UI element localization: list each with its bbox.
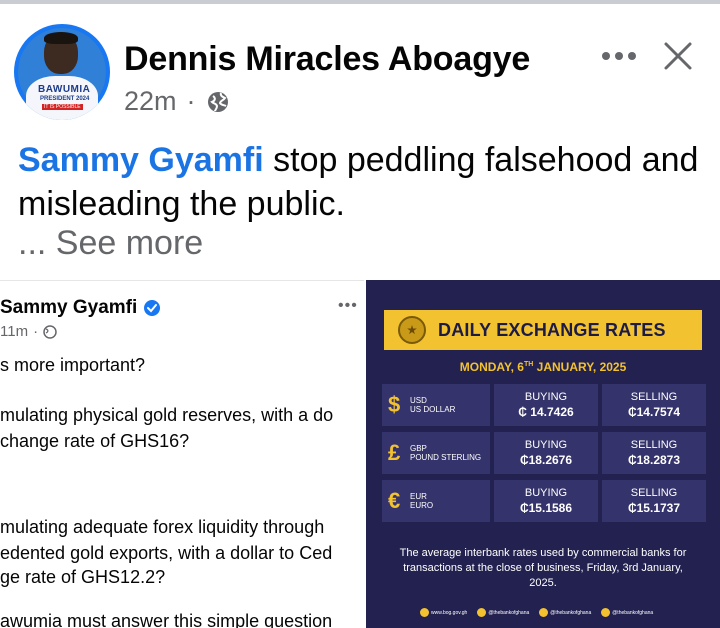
rate-row-usd: $ USD US DOLLAR BUYING ₵ 14.7426 SELLING …: [382, 384, 706, 426]
buying-cell: BUYING ₵15.1586: [494, 480, 598, 522]
globe-icon: [43, 324, 57, 339]
avatar-logo-tagline: IT IS POSSIBLE: [42, 104, 83, 110]
dot: [628, 52, 636, 60]
avatar-logo-text: BAWUMIA: [38, 84, 91, 95]
euro-icon: €: [388, 488, 401, 513]
rates-title: DAILY EXCHANGE RATES: [438, 319, 666, 340]
embedded-author: Sammy Gyamfi: [0, 297, 161, 319]
rates-note: The average interbank rates used by comm…: [399, 547, 687, 589]
rates-footer: www.bog.gov.gh @thebankofghana @thebanko…: [420, 608, 653, 617]
globe-icon[interactable]: [206, 90, 230, 114]
post-body: Sammy Gyamfi stop peddling falsehood and…: [18, 138, 708, 226]
currency-cell: $ USD US DOLLAR: [382, 384, 490, 426]
selling-label: SELLING: [630, 391, 678, 403]
top-divider: [0, 0, 720, 8]
see-more-link[interactable]: ... See more: [18, 224, 203, 263]
buying-label: BUYING: [524, 439, 568, 451]
exchange-rates-image[interactable]: DAILY EXCHANGE RATES MONDAY, 6TH JANUARY…: [366, 280, 720, 628]
footer-website: www.bog.gov.gh: [420, 608, 467, 617]
currency-code: GBP: [410, 444, 427, 453]
selling-label: SELLING: [630, 439, 678, 451]
avatar-hair: [44, 32, 78, 44]
verified-badge-icon: [144, 300, 161, 316]
mention-link[interactable]: Sammy Gyamfi: [18, 141, 264, 179]
buying-value: ₵15.1586: [519, 501, 573, 515]
bank-logo-icon: [398, 316, 426, 344]
post-meta: 22m ·: [124, 86, 230, 117]
embedded-meta: 11m ·: [0, 323, 57, 340]
embedded-line: change rate of GHS16?: [0, 431, 190, 451]
embedded-screenshot-post[interactable]: Sammy Gyamfi ••• 11m · s more important?…: [0, 280, 364, 628]
buying-value: ₵ 14.7426: [518, 405, 574, 419]
embedded-line: s more important?: [0, 355, 146, 375]
footer-x: @thebankofghana: [539, 608, 591, 617]
pound-icon: £: [388, 440, 401, 465]
selling-value: ₵15.1737: [627, 501, 681, 515]
more-options-icon[interactable]: [596, 42, 642, 70]
close-icon[interactable]: [660, 38, 696, 74]
selling-cell: SELLING ₵18.2873: [602, 432, 706, 474]
embedded-timestamp: 11m: [0, 323, 29, 340]
embedded-author-name: Sammy Gyamfi: [0, 297, 138, 318]
embedded-line: ge rate of GHS12.2?: [0, 567, 166, 587]
currency-code: EUR: [410, 492, 427, 501]
currency-name: US DOLLAR: [410, 405, 456, 414]
selling-cell: SELLING ₵15.1737: [602, 480, 706, 522]
post-timestamp[interactable]: 22m: [124, 86, 177, 117]
footer-facebook: @thebankofghana: [477, 608, 529, 617]
author-avatar[interactable]: BAWUMIA PRESIDENT 2024 IT IS POSSIBLE: [14, 24, 110, 120]
embedded-line: awumia must answer this simple question: [0, 611, 333, 628]
dollar-icon: $: [388, 392, 401, 417]
footer-linkedin: @thebankofghana: [601, 608, 653, 617]
buying-cell: BUYING ₵18.2676: [494, 432, 598, 474]
embedded-more-icon: •••: [338, 297, 358, 314]
buying-label: BUYING: [524, 391, 568, 403]
post-author-name[interactable]: Dennis Miracles Aboagye: [124, 40, 530, 79]
buying-value: ₵18.2676: [519, 453, 573, 467]
currency-cell: € EUR EURO: [382, 480, 490, 522]
currency-name: POUND STERLING: [410, 453, 482, 462]
selling-value: ₵18.2873: [627, 453, 681, 467]
buying-label: BUYING: [524, 487, 568, 499]
embedded-line: mulating physical gold reserves, with a …: [0, 405, 334, 425]
dot: [615, 52, 623, 60]
currency-name: EURO: [410, 501, 434, 510]
selling-label: SELLING: [630, 487, 678, 499]
selling-cell: SELLING ₵14.7574: [602, 384, 706, 426]
meta-separator: ·: [186, 86, 196, 116]
rates-header: DAILY EXCHANGE RATES: [384, 310, 702, 350]
embedded-line: mulating adequate forex liquidity throug…: [0, 517, 325, 537]
rate-row-gbp: £ GBP POUND STERLING BUYING ₵18.2676 SELL…: [382, 432, 706, 474]
avatar-logo-subtext: PRESIDENT 2024: [40, 96, 90, 102]
rate-row-eur: € EUR EURO BUYING ₵15.1586 SELLING ₵15.17…: [382, 480, 706, 522]
currency-cell: £ GBP POUND STERLING: [382, 432, 490, 474]
embedded-line: edented gold exports, with a dollar to C…: [0, 543, 333, 563]
selling-value: ₵14.7574: [627, 405, 681, 419]
dot: [602, 52, 610, 60]
embedded-separator: ·: [33, 323, 39, 340]
rates-date: MONDAY, 6TH JANUARY, 2025: [459, 360, 627, 374]
currency-code: USD: [410, 396, 427, 405]
buying-cell: BUYING ₵ 14.7426: [494, 384, 598, 426]
